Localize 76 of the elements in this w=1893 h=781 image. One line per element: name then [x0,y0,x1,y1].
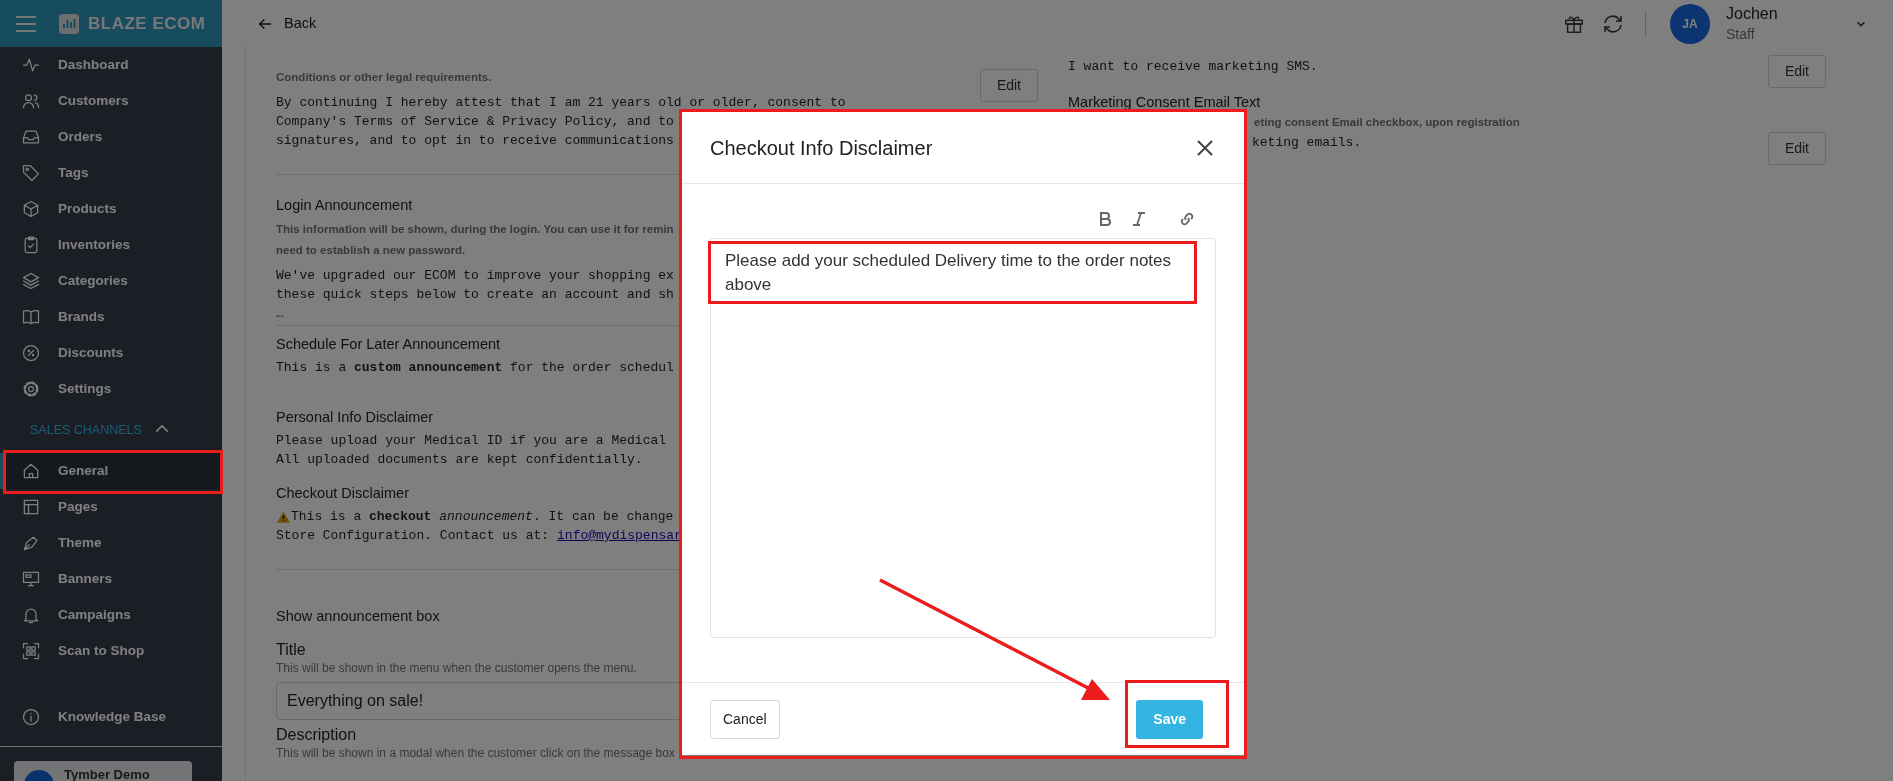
edit-button[interactable]: Edit [979,69,1038,102]
hint-text: Conditions or other legal requirements. [276,70,492,85]
setting-value: … [276,305,284,323]
user-role: Staff [1726,24,1756,44]
editor-field[interactable]: Please add your scheduled Delivery time to the order notes above [710,238,1216,638]
account-switcher[interactable]: Tymber Demo [14,761,192,781]
edit-button[interactable]: Edit [1767,132,1826,165]
setting-value: signatures, and to opt in to receive communications [276,132,674,150]
user-name: Jochen [1726,3,1779,24]
setting-value: keting emails. [1252,134,1362,152]
field-label: Title [276,640,306,660]
brand-name: BLAZE ECOM [88,12,206,35]
percent-icon [21,343,41,363]
sidebar-item[interactable]: Settings [0,371,222,407]
sidebar-item[interactable]: General [0,453,222,489]
logo-icon [58,12,80,35]
sidebar-item[interactable]: Dashboard [0,47,222,83]
setting-title: Schedule For Later Announcement [276,335,501,354]
email-link[interactable]: info@mydispensar [557,526,682,545]
cancel-button[interactable]: Cancel [710,699,780,739]
setting-value: This is a checkout announcement. It can be change [291,508,674,526]
setting-title: Login Announcement [276,196,413,215]
setting-value: Please upload your Medical ID if you are a Medical [276,432,667,450]
info-icon [21,707,41,727]
hint-text: eting consent Email checkbox, upon registration [1254,115,1520,130]
setting-value: All uploaded documents are kept confidentially. [276,451,643,469]
scan-icon [21,641,41,661]
setting-title: Checkout Disclaimer [276,484,409,503]
setting-value: This is a custom announcement for the order schedul [276,359,674,377]
save-button[interactable]: Save [1136,699,1203,739]
sidebar-item[interactable]: Categories [0,263,222,299]
hint-text: This information will be shown, during the login. You can use it for remin [276,222,674,237]
monitor-icon [21,569,41,589]
close-button[interactable] [1196,138,1214,157]
section-label: SALES CHANNELS [30,421,142,439]
modal-title: Checkout Info Disclaimer [710,135,933,161]
setting-value: these quick steps below to create an account and sh [276,286,674,304]
box-icon [21,199,41,219]
setting-title: Marketing Consent Email Text [1068,93,1261,112]
setting-title: Personal Info Disclaimer [276,408,434,427]
back-button[interactable]: Back [256,12,317,35]
tag-icon [21,163,41,183]
user-avatar: JA [1670,3,1710,44]
hint-text: This will be shown in a modal when the customer click on the message box [276,745,675,761]
settings-icon [21,379,41,399]
link-icon[interactable] [1178,210,1196,228]
hint-text: This will be shown in the menu when the customer opens the menu. [276,660,637,676]
sidebar-item[interactable]: Pages [0,489,222,525]
sidebar-item[interactable]: Knowledge Base [0,699,222,735]
sidebar-item[interactable]: Banners [0,561,222,597]
field-label: Description [276,725,357,745]
layout-icon [21,497,41,517]
hint-text: need to establish a new password. [276,243,466,258]
setting-value: We've upgraded our ECOM to improve your shopping ex [276,267,674,285]
book-icon [21,307,41,327]
sidebar-item[interactable]: Products [0,191,222,227]
people-icon [21,91,41,111]
sidebar-item[interactable]: Campaigns [0,597,222,633]
sidebar-item[interactable]: Theme [0,525,222,561]
sidebar-item[interactable]: Brands [0,299,222,335]
sidebar-item[interactable]: Orders [0,119,222,155]
sidebar-item[interactable]: Inventories [0,227,222,263]
layers-icon [21,271,41,291]
edit-button[interactable]: Edit [1767,55,1826,88]
italic-icon[interactable] [1130,210,1148,228]
sidebar-item[interactable]: Discounts [0,335,222,371]
sidebar-item[interactable]: Customers [0,83,222,119]
house-icon [21,461,41,481]
setting-value: Company's Terms of Service & Privacy Policy, and to [276,113,674,131]
setting-title: Show announcement box [276,607,440,626]
sidebar-item[interactable]: Tags [0,155,222,191]
setting-value: Store Configuration. Contact us at: [276,527,550,545]
setting-value: I want to receive marketing SMS. [1068,58,1318,76]
setting-value: By continuing I hereby attest that I am 21 years old or older, consent to [276,94,846,112]
close-icon [1196,138,1214,157]
sidebar-item[interactable]: Scan to Shop [0,633,222,669]
